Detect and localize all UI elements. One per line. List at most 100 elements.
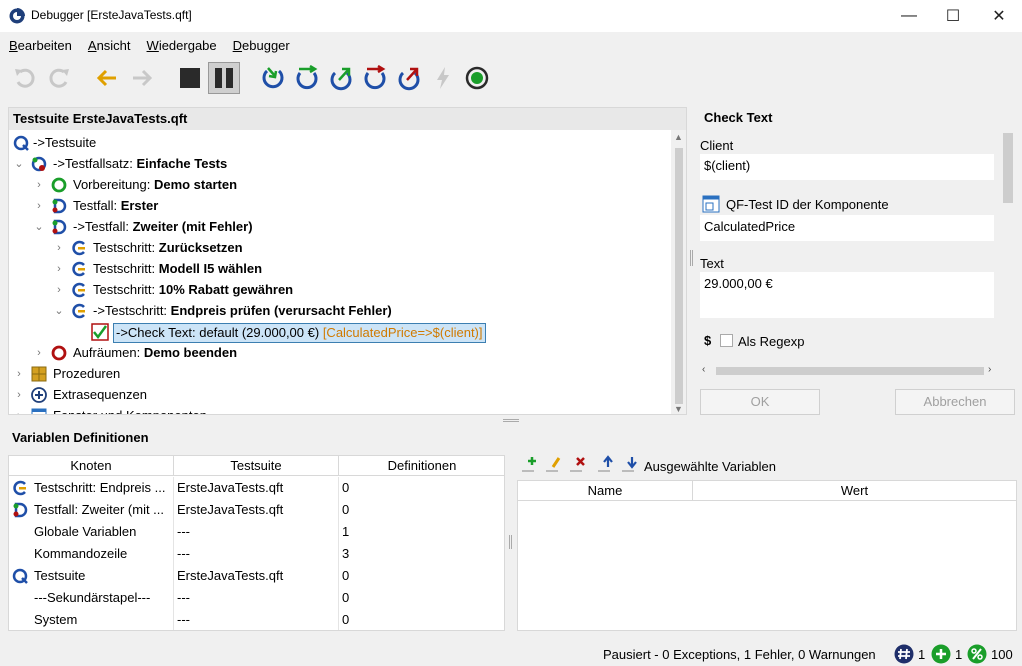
chevron-right-icon[interactable]: › (53, 280, 65, 300)
back-button[interactable] (91, 62, 123, 94)
chevron-right-icon[interactable]: › (53, 238, 65, 258)
testcase-icon (52, 219, 67, 235)
column-header-testsuite[interactable]: Testsuite (174, 456, 339, 476)
ok-button[interactable]: OK (700, 389, 820, 415)
chevron-right-icon[interactable]: › (53, 259, 65, 279)
pause-button[interactable] (208, 62, 240, 94)
continue-without-button[interactable] (427, 62, 459, 94)
add-variable-icon[interactable] (520, 455, 540, 473)
column-header-knoten[interactable]: Knoten (9, 456, 174, 476)
chevron-right-icon[interactable]: › (33, 175, 45, 195)
tree-header: Testsuite ErsteJavaTests.qft (9, 108, 686, 130)
breakpoint-button[interactable] (461, 62, 493, 94)
undo-button[interactable] (9, 62, 41, 94)
table-row[interactable]: Testfall: Zweiter (mit ... ErsteJavaTest… (9, 499, 504, 521)
tree-scroll-thumb[interactable] (675, 148, 683, 404)
scroll-up-icon[interactable]: ▲ (674, 132, 683, 142)
status-text: Pausiert - 0 Exceptions, 1 Fehler, 0 War… (603, 647, 876, 662)
tree-node-vorbereitung[interactable]: › Vorbereitung: Demo starten (9, 175, 669, 195)
menu-bearbeiten[interactable]: Bearbeiten (0, 36, 72, 56)
table-row[interactable]: Kommandozeile --- 3 (9, 543, 504, 565)
check-panel-scrollbar[interactable] (1000, 131, 1016, 363)
chevron-right-icon[interactable]: › (13, 406, 25, 414)
chevron-down-icon[interactable]: ⌄ (13, 154, 25, 174)
tree-node-aufraeumen[interactable]: › Aufräumen: Demo beenden (9, 343, 669, 363)
column-header-wert[interactable]: Wert (693, 481, 1016, 501)
hash-count: 1 (918, 647, 926, 662)
chevron-down-icon[interactable]: ⌄ (33, 217, 45, 237)
cell-testsuite: ErsteJavaTests.qft (174, 499, 339, 521)
horizontal-splitter-handle[interactable] (503, 419, 519, 422)
tree-node-testfall-zweiter[interactable]: ⌄ ->Testfall: Zweiter (mit Fehler) (9, 217, 669, 237)
cancel-button[interactable]: Abbrechen (895, 389, 1015, 415)
step-in-button[interactable] (257, 62, 289, 94)
text-label: Text (700, 256, 724, 271)
regexp-checkbox[interactable] (720, 334, 733, 347)
close-button[interactable]: ✕ (976, 0, 1022, 32)
scroll-down-icon[interactable]: ▼ (674, 404, 683, 414)
hash-count-icon (894, 644, 914, 664)
chevron-right-icon[interactable]: › (33, 343, 45, 363)
component-id-label: QF-Test ID der Komponente (726, 197, 889, 212)
menu-debugger[interactable]: Debugger (224, 36, 290, 56)
chevron-right-icon[interactable]: › (13, 385, 25, 405)
tree-node-check-text[interactable]: ->Check Text: default (29.000,00 €) [Cal… (9, 322, 669, 343)
menu-wiedergabe[interactable]: Wiedergabe (138, 36, 217, 56)
tree-node-testschritt-zuruecksetzen[interactable]: › Testschritt: Zurücksetzen (9, 238, 669, 258)
table-row[interactable]: Globale Variablen --- 1 (9, 521, 504, 543)
tree-node-testschritt-modell[interactable]: › Testschritt: Modell I5 wählen (9, 259, 669, 279)
check-scroll-thumb[interactable] (1003, 133, 1013, 203)
step-out-icon (330, 67, 352, 91)
chevron-down-icon[interactable]: ⌄ (53, 301, 65, 321)
check-hscroll-thumb[interactable] (716, 367, 984, 375)
pause-icon (215, 68, 233, 88)
edit-variable-icon[interactable] (544, 455, 564, 473)
text-field[interactable]: 29.000,00 € (700, 272, 994, 318)
tree-node-testschritt-rabatt[interactable]: › Testschritt: 10% Rabatt gewähren (9, 280, 669, 300)
vertical-splitter-handle[interactable] (690, 250, 693, 266)
delete-variable-icon[interactable] (568, 455, 588, 473)
tree-node-prozeduren[interactable]: › Prozeduren (9, 364, 669, 384)
move-down-icon[interactable] (620, 455, 640, 473)
chevron-right-icon[interactable]: › (33, 196, 45, 216)
regexp-dollar-icon: $ (704, 333, 712, 348)
stop-button[interactable] (174, 62, 206, 94)
step-over-button[interactable] (291, 62, 323, 94)
plus-count: 1 (955, 647, 963, 662)
table-row[interactable]: ---Sekundärstapel--- --- 0 (9, 587, 504, 609)
cleanup-icon (51, 345, 67, 361)
status-bar: Pausiert - 0 Exceptions, 1 Fehler, 0 War… (0, 641, 1022, 666)
scroll-right-icon[interactable]: › (988, 364, 991, 375)
teststep-icon (13, 480, 26, 496)
scroll-left-icon[interactable]: ‹ (702, 364, 705, 375)
menu-ansicht[interactable]: Ansicht (79, 36, 131, 56)
forward-button[interactable] (126, 62, 158, 94)
tree-node-testsuite[interactable]: ->Testsuite (9, 133, 669, 153)
tree-node-testfall-erster[interactable]: › Testfall: Erster (9, 196, 669, 216)
lightning-icon (437, 67, 449, 89)
skip-over-button[interactable] (359, 62, 391, 94)
table-row[interactable]: System --- 0 (9, 609, 504, 630)
step-out-button[interactable] (325, 62, 357, 94)
maximize-button[interactable]: ☐ (930, 0, 976, 32)
client-field[interactable]: $(client) (700, 154, 994, 180)
table-row[interactable]: Testschritt: Endpreis ... ErsteJavaTests… (9, 477, 504, 499)
component-id-field[interactable]: CalculatedPrice (700, 215, 994, 241)
column-header-name[interactable]: Name (518, 481, 693, 501)
column-header-definitionen[interactable]: Definitionen (339, 456, 504, 476)
check-panel-hscrollbar[interactable]: ‹ › (700, 363, 998, 379)
skip-out-button[interactable] (393, 62, 425, 94)
tree-node-testschritt-endpreis[interactable]: ⌄ ->Testschritt: Endpreis prüfen (verurs… (9, 301, 669, 321)
testcase-icon (52, 198, 67, 214)
move-up-icon[interactable] (596, 455, 616, 473)
chevron-right-icon[interactable]: › (13, 364, 25, 384)
undo-icon (15, 68, 35, 88)
tree-node-testfallsatz[interactable]: ⌄ ->Testfallsatz: Einfache Tests (9, 154, 669, 174)
tree-node-extrasequenzen[interactable]: › Extrasequenzen (9, 385, 669, 405)
minimize-button[interactable]: — (886, 0, 932, 32)
tree-node-fenster[interactable]: › Fenster und Komponenten (9, 406, 669, 414)
table-row[interactable]: Testsuite ErsteJavaTests.qft 0 (9, 565, 504, 587)
redo-button[interactable] (43, 62, 75, 94)
vars-splitter-handle[interactable] (509, 535, 512, 549)
tree-scrollbar[interactable]: ▲ ▼ (671, 130, 686, 414)
